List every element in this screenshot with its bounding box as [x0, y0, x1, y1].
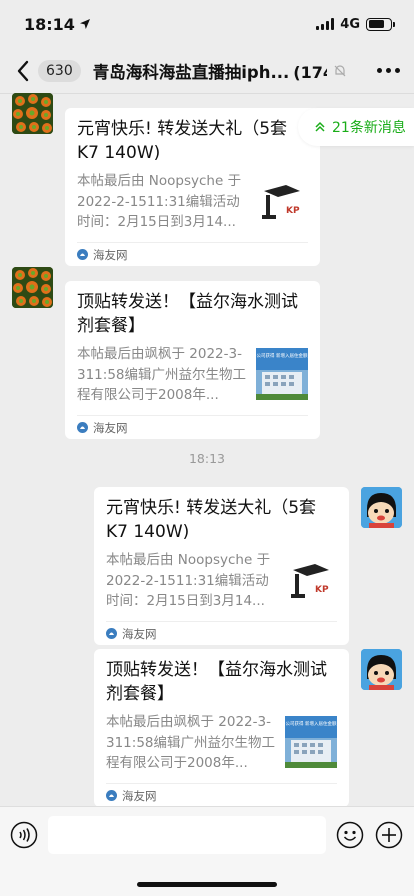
plus-icon[interactable]: [375, 821, 403, 849]
card-source: 海友网: [77, 415, 308, 439]
battery-icon: [366, 17, 395, 31]
chat-title-text: 青岛海科海盐直播抽iph...: [92, 62, 290, 82]
status-bar: 18:14 4G: [0, 0, 414, 48]
chat-header: 630 青岛海科海盐直播抽iph...(174): [0, 48, 414, 94]
timestamp-divider: 18:13: [188, 451, 226, 466]
coral-avatar-icon[interactable]: [12, 267, 53, 308]
thumb-logo-text: KP: [286, 206, 300, 216]
card-description: 本帖最后由 Noopsyche 于 2022-2-1511:31编辑活动时间：2…: [77, 173, 242, 230]
back-button[interactable]: 630: [12, 59, 81, 83]
card-source: 海友网: [106, 621, 337, 645]
new-messages-label: 21条新消息: [332, 120, 406, 136]
thumb-logo-text: KP: [315, 585, 329, 595]
home-indicator[interactable]: [137, 882, 277, 887]
aquarium-light-thumbnail: KP: [285, 554, 337, 606]
link-card[interactable]: 元宵快乐! 转发送大礼（5套K7 140W) 本帖最后由 Noopsyche 于…: [65, 108, 320, 266]
chat-title: 青岛海科海盐直播抽iph...(174): [93, 59, 327, 83]
aquarium-light-thumbnail: KP: [256, 175, 308, 227]
card-description: 本帖最后由 Noopsyche 于 2022-2-1511:31编辑活动时间：2…: [106, 552, 271, 609]
dot-icon: [377, 68, 382, 73]
source-name: 海友网: [93, 420, 128, 435]
thumb-caption: 公司获得 新增入居住金额: [257, 352, 308, 359]
more-options-button[interactable]: [377, 68, 400, 73]
dot-icon: [395, 68, 400, 73]
thumb-caption: 公司获得 新增入居住金额: [286, 720, 337, 727]
app-source-icon: [106, 628, 117, 639]
status-time-text: 18:14: [24, 14, 75, 34]
card-title: 顶贴转发送！【益尔海水测试剂套餐】: [106, 660, 327, 704]
source-name: 海友网: [93, 247, 128, 262]
mute-bell-icon: [334, 64, 346, 76]
dot-icon: [386, 68, 391, 73]
status-time: 18:14: [24, 15, 91, 34]
app-source-icon: [106, 790, 117, 801]
voice-input-icon[interactable]: [10, 821, 38, 849]
location-arrow-icon: [79, 19, 90, 29]
new-messages-button[interactable]: 21条新消息: [298, 108, 414, 146]
coral-avatar-icon[interactable]: [12, 93, 53, 134]
link-card[interactable]: 顶贴转发送！【益尔海水测试剂套餐】 本帖最后由飒枫于 2022-3-311:58…: [94, 649, 349, 807]
link-card[interactable]: 元宵快乐! 转发送大礼（5套K7 140W) 本帖最后由 Noopsyche 于…: [94, 487, 349, 645]
unread-count-badge: 630: [38, 59, 81, 82]
cartoon-boy-avatar-icon[interactable]: [361, 487, 402, 528]
cell-signal-icon: [316, 18, 335, 30]
card-description: 本帖最后由飒枫于 2022-3-311:58编辑广州益尔生物工程有限公司于200…: [106, 714, 275, 771]
network-type: 4G: [340, 16, 360, 32]
link-card[interactable]: 顶贴转发送！【益尔海水测试剂套餐】 本帖最后由飒枫于 2022-3-311:58…: [65, 281, 320, 439]
card-source: 海友网: [77, 242, 308, 266]
card-title: 顶贴转发送！【益尔海水测试剂套餐】: [77, 292, 298, 336]
source-name: 海友网: [122, 788, 157, 803]
card-title: 元宵快乐! 转发送大礼（5套K7 140W): [106, 498, 317, 542]
member-count: (174): [293, 62, 327, 82]
double-chevron-up-icon: [315, 121, 325, 132]
card-description: 本帖最后由飒枫于 2022-3-311:58编辑广州益尔生物工程有限公司于200…: [77, 346, 246, 403]
company-building-thumbnail: 公司获得 新增入居住金额: [256, 348, 308, 400]
company-building-thumbnail: 公司获得 新增入居住金额: [285, 716, 337, 768]
chevron-left-icon: [12, 59, 34, 83]
emoji-icon[interactable]: [336, 821, 364, 849]
card-title: 元宵快乐! 转发送大礼（5套K7 140W): [77, 119, 288, 163]
card-source: 海友网: [106, 783, 337, 807]
status-indicators: 4G: [316, 16, 395, 32]
app-source-icon: [77, 249, 88, 260]
source-name: 海友网: [122, 626, 157, 641]
message-input[interactable]: [48, 816, 326, 854]
cartoon-boy-avatar-icon[interactable]: [361, 649, 402, 690]
app-source-icon: [77, 422, 88, 433]
